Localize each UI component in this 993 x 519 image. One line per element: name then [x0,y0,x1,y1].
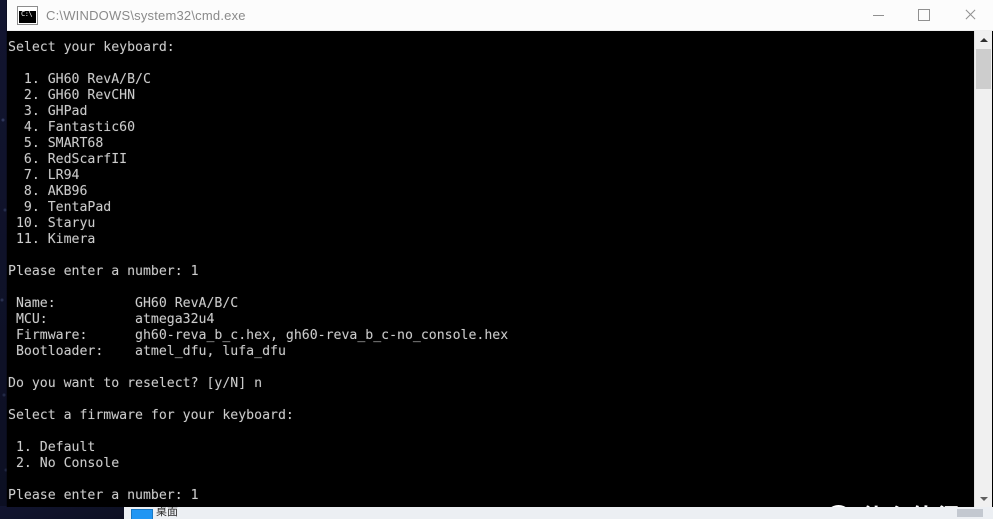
scrollbar-thumb[interactable] [976,49,991,89]
taskbar-item-label[interactable]: 桌面 [156,506,178,518]
maximize-icon [918,9,930,21]
taskbar-tray-grip[interactable] [957,509,983,517]
minimize-button[interactable] [855,0,901,30]
taskbar-app-icon[interactable] [131,509,153,519]
close-button[interactable] [947,0,993,30]
watermark: 值 什么值得买 [825,501,975,507]
taskbar-desktop-gap [0,506,124,519]
cmd-console-window: C:\ C:\WINDOWS\system32\cmd.exe Select y… [7,0,993,507]
cmd-console-icon: C:\ [18,6,37,24]
window-title: C:\WINDOWS\system32\cmd.exe [46,7,246,23]
window-titlebar[interactable]: C:\ C:\WINDOWS\system32\cmd.exe [7,0,993,31]
window-controls [855,0,993,30]
scrollbar-down-button[interactable] [975,490,992,507]
console-text: Select your keyboard: 1. GH60 RevA/B/C 2… [8,40,509,503]
chevron-up-icon [979,37,988,42]
watermark-text: 什么值得买 [860,505,975,508]
chevron-down-icon [979,496,988,501]
cmd-icon-prompt-text: C:\ [21,9,33,18]
close-icon [964,9,976,21]
scrollbar-up-button[interactable] [975,31,992,48]
screen-root: 桌面 C:\ C:\WINDOWS\system32\cmd.exe Selec… [0,0,993,519]
console-output-area[interactable]: Select your keyboard: 1. GH60 RevA/B/C 2… [7,31,993,507]
maximize-button[interactable] [901,0,947,30]
watermark-badge-icon: 值 [825,504,852,507]
minimize-icon [872,14,884,16]
console-scrollbar[interactable] [974,31,992,507]
taskbar[interactable]: 桌面 [0,506,993,519]
